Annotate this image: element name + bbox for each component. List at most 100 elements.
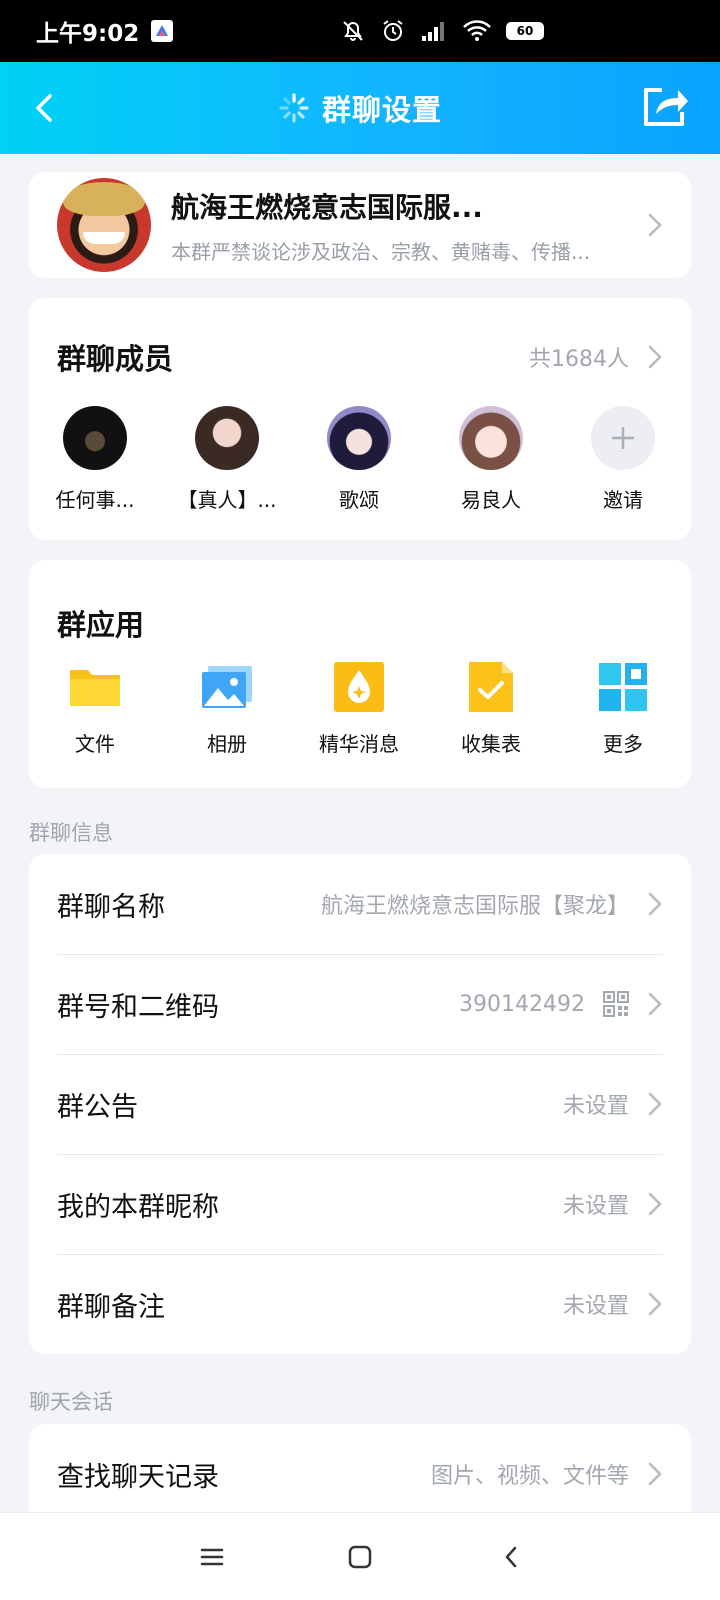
status-left: 上午9:02: [36, 14, 174, 48]
form-icon: [469, 662, 513, 712]
member-name: 歌颂: [339, 488, 379, 512]
group-apps-card: 群应用 文件 相册 精华消息 收集表 更多: [29, 560, 691, 788]
wifi-icon: [463, 20, 491, 41]
group-info-card: 群聊名称 航海王燃烧意志国际服【聚龙】 群号和二维码 390142492 群公告…: [29, 854, 691, 1354]
group-name: 航海王燃烧意志国际服...: [171, 190, 483, 224]
members-list: 任何事... 【真人】... 歌颂 易良人 邀请: [29, 406, 691, 513]
members-card: 群聊成员 共1684人 任何事... 【真人】... 歌颂 易良人 邀请: [29, 298, 691, 540]
member-name: 任何事...: [55, 488, 135, 512]
group-info: 航海王燃烧意志国际服... 本群严禁谈论涉及政治、宗教、黄赌毒、传播...: [171, 186, 647, 265]
grid-icon: [599, 663, 647, 711]
status-bar: 上午9:02 60: [0, 0, 720, 62]
folder-icon: [70, 670, 120, 706]
section-label-group-info: 群聊信息: [29, 821, 113, 845]
members-count: 共1684人: [529, 347, 629, 372]
alarm-icon: [383, 20, 403, 41]
menu-icon[interactable]: [196, 1541, 228, 1573]
status-time: 上午9:02: [36, 21, 140, 47]
chevron-right-icon: [648, 1292, 662, 1316]
home-icon[interactable]: [344, 1541, 376, 1573]
plus-icon: [591, 406, 655, 470]
header: 群聊设置: [0, 62, 720, 154]
header-title-wrap: 群聊设置: [278, 87, 442, 129]
avatar: [459, 406, 523, 470]
group-avatar: [57, 178, 151, 272]
app-notification-icon: [151, 20, 174, 42]
row-group-number-qrcode[interactable]: 群号和二维码 390142492: [57, 954, 663, 1054]
app-form[interactable]: 收集表: [425, 660, 557, 757]
members-header[interactable]: 群聊成员 共1684人: [57, 336, 663, 378]
chevron-right-icon: [648, 1192, 662, 1216]
invite-button[interactable]: 邀请: [557, 406, 689, 513]
mute-bell-icon: [343, 21, 363, 41]
row-right: 未设置: [563, 1088, 663, 1120]
row-value: 航海王燃烧意志国际服【聚龙】: [320, 894, 629, 919]
row-right: 未设置: [563, 1188, 663, 1220]
app-more[interactable]: 更多: [557, 660, 689, 757]
row-label: 群聊名称: [57, 891, 165, 923]
signal-icon: [422, 22, 444, 41]
avatar: [63, 406, 127, 470]
loading-spinner-icon: [279, 93, 309, 123]
app-label: 精华消息: [319, 732, 399, 756]
chevron-right-icon: [648, 345, 662, 369]
row-value: 未设置: [562, 1194, 629, 1219]
chevron-right-icon: [648, 892, 662, 916]
share-icon[interactable]: [640, 84, 690, 130]
row-my-nickname[interactable]: 我的本群昵称 未设置: [57, 1154, 663, 1254]
app-label: 文件: [75, 732, 115, 756]
row-label: 群聊备注: [57, 1291, 165, 1323]
row-right: 航海王燃烧意志国际服【聚龙】: [321, 888, 663, 920]
status-right: 60: [340, 18, 544, 44]
essence-icon: [334, 662, 384, 712]
row-label: 群公告: [57, 1091, 138, 1123]
member-item[interactable]: 任何事...: [29, 406, 161, 513]
app-label: 更多: [603, 732, 643, 756]
system-nav-bar: [0, 1512, 720, 1600]
row-right: 未设置: [563, 1288, 663, 1320]
group-description: 本群严禁谈论涉及政治、宗教、黄赌毒、传播...: [171, 239, 591, 264]
row-announcement[interactable]: 群公告 未设置: [57, 1054, 663, 1154]
row-search-history[interactable]: 查找聊天记录 图片、视频、文件等: [57, 1424, 663, 1524]
invite-label: 邀请: [603, 488, 643, 512]
row-group-name[interactable]: 群聊名称 航海王燃烧意志国际服【聚龙】: [57, 854, 663, 954]
group-profile-card[interactable]: 航海王燃烧意志国际服... 本群严禁谈论涉及政治、宗教、黄赌毒、传播...: [29, 172, 691, 278]
members-title: 群聊成员: [57, 342, 174, 376]
row-value: 未设置: [562, 1294, 629, 1319]
row-right: 390142492: [459, 991, 663, 1017]
member-name: 易良人: [461, 488, 521, 512]
member-name: 【真人】...: [177, 488, 277, 512]
avatar: [327, 406, 391, 470]
back-icon[interactable]: [496, 1541, 528, 1573]
row-value: 图片、视频、文件等: [430, 1464, 629, 1489]
app-label: 相册: [207, 732, 247, 756]
apps-title: 群应用: [57, 608, 145, 642]
app-files[interactable]: 文件: [29, 660, 161, 757]
row-value: 未设置: [562, 1094, 629, 1119]
section-label-chat: 聊天会话: [29, 1390, 113, 1414]
chevron-right-icon: [648, 213, 662, 237]
avatar: [195, 406, 259, 470]
row-label: 查找聊天记录: [57, 1461, 219, 1493]
row-right: 图片、视频、文件等: [431, 1458, 663, 1490]
chevron-right-icon: [648, 992, 662, 1016]
chevron-right-icon: [648, 1092, 662, 1116]
app-label: 收集表: [461, 732, 521, 756]
app-album[interactable]: 相册: [161, 660, 293, 757]
row-label: 群号和二维码: [57, 991, 219, 1023]
qrcode-icon: [603, 991, 629, 1017]
row-group-remark[interactable]: 群聊备注 未设置: [57, 1254, 663, 1354]
app-essence[interactable]: 精华消息: [293, 660, 425, 757]
member-item[interactable]: 歌颂: [293, 406, 425, 513]
apps-list: 文件 相册 精华消息 收集表 更多: [29, 660, 691, 757]
battery-indicator: 60: [506, 22, 544, 40]
back-arrow-icon[interactable]: [26, 88, 66, 128]
page-title: 群聊设置: [321, 93, 442, 127]
row-label: 我的本群昵称: [57, 1191, 219, 1223]
members-right: 共1684人: [529, 341, 663, 373]
member-item[interactable]: 【真人】...: [161, 406, 293, 513]
album-icon: [202, 666, 252, 708]
member-item[interactable]: 易良人: [425, 406, 557, 513]
chevron-right-icon: [648, 1462, 662, 1486]
group-number: 390142492: [459, 991, 585, 1017]
